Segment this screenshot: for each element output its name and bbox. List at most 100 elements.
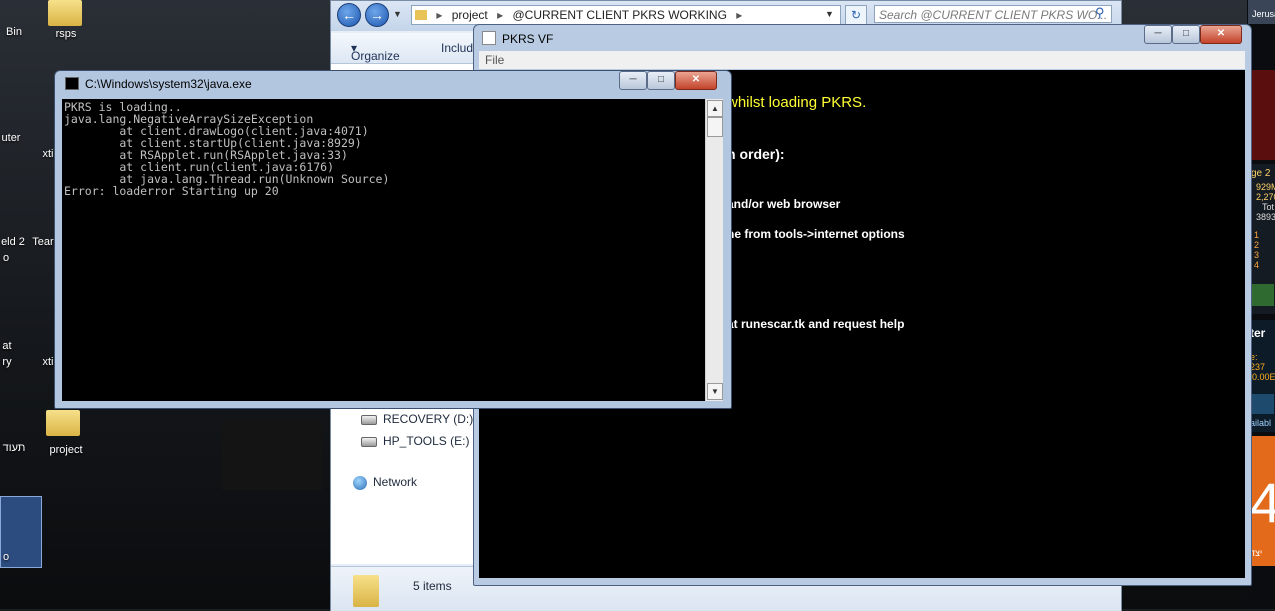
- desktop-icon-label: uter: [1, 132, 21, 144]
- network-label: ter: [1250, 326, 1266, 340]
- close-icon[interactable]: ✕: [1200, 25, 1242, 44]
- console-icon: [65, 77, 79, 90]
- desktop-icon-label: project: [49, 444, 83, 456]
- core-number: 1: [1254, 230, 1260, 240]
- instruction-step: he from tools->internet options: [727, 227, 905, 241]
- network-available: ailabl: [1250, 418, 1272, 428]
- breadcrumb-separator-icon: ▸: [436, 8, 443, 22]
- window-title-text: C:\Windows\system32\java.exe: [85, 77, 252, 91]
- desktop-icon-label: eld 2: [1, 236, 25, 248]
- close-icon[interactable]: ✕: [675, 71, 717, 90]
- folder-icon: [353, 575, 379, 607]
- cpu-value: 3893: [1256, 212, 1275, 222]
- organize-menu-button[interactable]: Organize ▾: [351, 41, 400, 63]
- maximize-icon[interactable]: □: [1172, 25, 1200, 44]
- clock-gadget: Jerusal: [1248, 0, 1275, 24]
- address-bar[interactable]: ▸ project ▸ @CURRENT CLIENT PKRS WORKING…: [411, 5, 841, 25]
- console-window: C:\Windows\system32\java.exe ─ □ ✕ PKRS …: [54, 70, 732, 409]
- include-in-library-button[interactable]: Includ: [441, 41, 473, 55]
- desktop-icon-label: Bin: [6, 26, 22, 38]
- desktop-icon-label: xti: [42, 356, 54, 368]
- desktop-icon-label: Tear: [32, 236, 54, 248]
- cpu-meter-gadget: ge 2 929M 2,270 Tot 3893 1 2 3 4: [1248, 164, 1275, 314]
- breadcrumb-current-client[interactable]: @CURRENT CLIENT PKRS WORKING: [512, 8, 726, 22]
- java-icon: [482, 31, 496, 45]
- desktop-wallpaper-detail: [222, 420, 322, 490]
- instruction-step: and/or web browser: [727, 197, 841, 211]
- scroll-down-icon[interactable]: ▼: [707, 383, 723, 400]
- window-title-text: PKRS VF: [502, 32, 554, 46]
- desktop-icon-selected[interactable]: o: [0, 496, 42, 568]
- cpu-label: ge 2: [1251, 168, 1271, 179]
- network-value: e: 237: [1250, 352, 1266, 372]
- cpu-value: 2,270: [1256, 192, 1275, 202]
- nav-drive-recovery[interactable]: RECOVERY (D:): [361, 412, 473, 426]
- instructions-heading: n order):: [727, 146, 785, 162]
- loading-error-message: whilst loading PKRS.: [727, 94, 867, 111]
- scroll-up-icon[interactable]: ▲: [707, 100, 723, 117]
- console-window-title[interactable]: C:\Windows\system32\java.exe: [65, 77, 252, 91]
- clock-city: Jerusal: [1252, 9, 1275, 19]
- desktop-icon-o[interactable]: o: [0, 252, 12, 264]
- desktop-icon-label: o: [2, 252, 10, 264]
- pkrs-menu-bar: File: [479, 51, 1245, 69]
- desktop-icon-label: ry: [2, 356, 12, 368]
- desktop-icon-field[interactable]: eld 2: [0, 236, 26, 248]
- nav-item-label: Network: [373, 475, 418, 489]
- desktop-icon-at[interactable]: at: [0, 340, 14, 352]
- desktop-icon-label: rsps: [55, 28, 77, 40]
- nav-network[interactable]: Network: [353, 475, 417, 490]
- desktop-icon-project[interactable]: project: [42, 444, 90, 456]
- desktop-icon-documents[interactable]: תעוד: [0, 442, 28, 454]
- scroll-thumb[interactable]: [707, 117, 723, 137]
- desktop-icon-label: תעוד: [2, 442, 26, 454]
- address-dropdown-chevron-icon[interactable]: ▼: [825, 9, 834, 19]
- cpu-value: 929M: [1256, 182, 1275, 192]
- folder-icon: [415, 10, 427, 20]
- breadcrumb-project[interactable]: project: [452, 8, 488, 22]
- cpu-graph: [1250, 284, 1274, 306]
- item-count: 5 items: [413, 579, 452, 593]
- network-value: 0.00E: [1252, 372, 1275, 382]
- breadcrumb-separator-icon: ▸: [497, 8, 504, 22]
- core-number: 3: [1254, 250, 1260, 260]
- nav-item-label: RECOVERY (D:): [383, 412, 474, 426]
- nav-item-label: HP_TOOLS (E:): [383, 434, 470, 448]
- minimize-icon[interactable]: ─: [619, 71, 647, 90]
- forward-arrow-icon[interactable]: →: [365, 3, 389, 27]
- search-input[interactable]: Search @CURRENT CLIENT PKRS WO...: [874, 5, 1112, 23]
- instruction-step: at runescar.tk and request help: [727, 317, 905, 331]
- console-scrollbar[interactable]: ▲ ▼: [705, 99, 723, 401]
- folder-icon[interactable]: [46, 410, 80, 436]
- desktop-icon-label: xti: [42, 148, 54, 160]
- cpu-total-label: Tot: [1262, 202, 1275, 212]
- drive-icon: [361, 414, 377, 425]
- network-graph: [1250, 394, 1274, 414]
- desktop-icon-recycle-bin[interactable]: Bin: [0, 26, 28, 38]
- calendar-day: 4: [1250, 471, 1275, 534]
- browser-gadget: [1248, 70, 1275, 160]
- desktop-icon-computer[interactable]: uter: [0, 132, 22, 144]
- maximize-icon[interactable]: □: [647, 71, 675, 90]
- breadcrumb-separator-icon: ▸: [736, 8, 743, 22]
- desktop-icon-ry[interactable]: ry: [0, 356, 14, 368]
- nav-drive-hp-tools[interactable]: HP_TOOLS (E:): [361, 434, 469, 448]
- recent-pages-chevron-icon[interactable]: ▼: [393, 9, 402, 19]
- core-number: 4: [1254, 260, 1260, 270]
- magnifier-icon[interactable]: ⚲: [1095, 5, 1105, 21]
- folder-icon[interactable]: [48, 0, 82, 26]
- console-output[interactable]: PKRS is loading.. java.lang.NegativeArra…: [62, 99, 705, 401]
- refresh-icon[interactable]: ↻: [845, 5, 867, 25]
- menu-file[interactable]: File: [485, 53, 504, 67]
- calendar-gadget: 4 יצד: [1248, 436, 1275, 566]
- network-meter-gadget: ter e: 237 0.00E ailabl: [1248, 320, 1275, 432]
- desktop-icon-label: at: [2, 340, 12, 352]
- back-arrow-icon[interactable]: ←: [337, 3, 361, 27]
- console-text: PKRS is loading.. java.lang.NegativeArra…: [64, 100, 390, 198]
- desktop-icon-rsps[interactable]: rsps: [44, 28, 88, 40]
- desktop-icon-teamviewer[interactable]: Tear: [30, 236, 56, 248]
- network-icon: [353, 475, 367, 490]
- minimize-icon[interactable]: ─: [1144, 25, 1172, 44]
- pkrs-window-title[interactable]: PKRS VF: [482, 31, 553, 46]
- core-number: 2: [1254, 240, 1260, 250]
